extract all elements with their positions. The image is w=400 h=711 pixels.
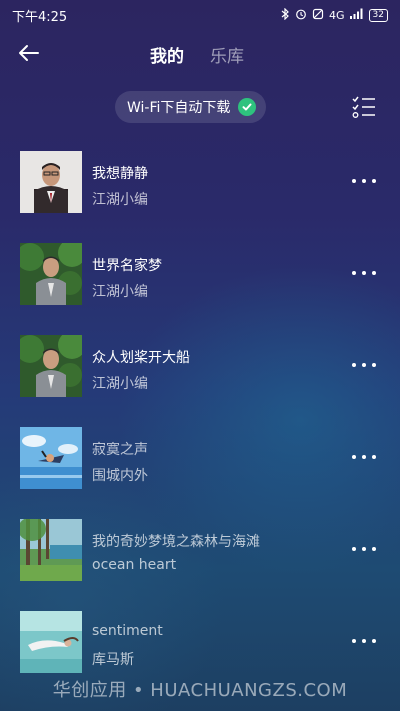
more-dot-icon xyxy=(372,455,376,459)
song-list: 我想静静 江湖小编 世界名家梦 江湖小编 众人划桨开大船 江湖小编 寂寞之声 围… xyxy=(0,150,400,702)
album-cover-underwater xyxy=(20,611,82,673)
song-artist: ocean heart xyxy=(92,557,177,573)
bluetooth-icon xyxy=(281,7,290,23)
tab-library[interactable]: 乐库 xyxy=(210,42,244,67)
check-circle-icon xyxy=(238,98,257,116)
song-row[interactable]: 我的奇妙梦境之森林与海滩 ocean heart xyxy=(0,518,400,610)
network-label: 4G xyxy=(329,8,345,22)
watermark: 华创应用 • HUACHUANGZS.COM xyxy=(52,680,348,701)
song-artist: 库马斯 xyxy=(92,652,134,668)
wifi-auto-download-toggle[interactable]: Wi-Fi下自动下载 xyxy=(115,91,267,123)
tab-mine[interactable]: 我的 xyxy=(150,42,184,67)
battery-icon: 32 xyxy=(368,8,388,22)
more-options-button[interactable] xyxy=(352,634,376,648)
song-title: 我想静静 xyxy=(92,166,148,182)
more-dot-icon xyxy=(362,179,366,183)
more-dot-icon xyxy=(352,271,356,275)
song-row[interactable]: 我想静静 江湖小编 xyxy=(0,150,400,242)
more-dot-icon xyxy=(372,179,376,183)
arrow-left-icon xyxy=(19,45,39,61)
more-dot-icon xyxy=(362,639,366,643)
tab-bar: 我的 乐库 xyxy=(150,42,244,67)
song-artist: 江湖小编 xyxy=(92,284,148,300)
song-title: 寂寞之声 xyxy=(92,442,148,458)
album-cover-anime-sky xyxy=(20,427,82,489)
more-dot-icon xyxy=(372,639,376,643)
more-dot-icon xyxy=(352,547,356,551)
song-row[interactable]: 寂寞之声 围城内外 xyxy=(0,426,400,518)
checklist-icon xyxy=(352,96,375,118)
song-title: sentiment xyxy=(92,623,163,639)
song-row[interactable]: 世界名家梦 江湖小编 xyxy=(0,242,400,334)
more-dot-icon xyxy=(362,547,366,551)
more-dot-icon xyxy=(372,271,376,275)
song-title: 众人划桨开大船 xyxy=(92,350,190,366)
batch-select-button[interactable] xyxy=(352,96,376,118)
status-bar: 下午4:25 4G 32 xyxy=(0,0,400,30)
album-cover-portrait-man-trees xyxy=(20,243,82,305)
song-title: 我的奇妙梦境之森林与海滩 xyxy=(92,534,260,550)
more-dot-icon xyxy=(362,455,366,459)
more-dot-icon xyxy=(372,363,376,367)
more-dot-icon xyxy=(352,363,356,367)
song-artist: 围城内外 xyxy=(92,468,148,484)
header: 我的 乐库 xyxy=(0,30,400,76)
song-row[interactable]: 众人划桨开大船 江湖小编 xyxy=(0,334,400,426)
more-dot-icon xyxy=(352,179,356,183)
back-button[interactable] xyxy=(18,42,40,64)
song-title: 世界名家梦 xyxy=(92,258,162,274)
signal-icon xyxy=(349,8,364,22)
more-dot-icon xyxy=(362,363,366,367)
status-time: 下午4:25 xyxy=(12,9,68,25)
album-cover-forest-beach xyxy=(20,519,82,581)
more-options-button[interactable] xyxy=(352,266,376,280)
more-options-button[interactable] xyxy=(352,542,376,556)
song-artist: 江湖小编 xyxy=(92,192,148,208)
more-dot-icon xyxy=(352,639,356,643)
mute-icon xyxy=(312,8,324,23)
song-artist: 江湖小编 xyxy=(92,376,148,392)
more-options-button[interactable] xyxy=(352,174,376,188)
more-options-button[interactable] xyxy=(352,450,376,464)
album-cover-portrait-suit-man xyxy=(20,151,82,213)
more-dot-icon xyxy=(372,547,376,551)
album-cover-portrait-man-trees xyxy=(20,335,82,397)
status-icons: 4G 32 xyxy=(281,7,388,23)
more-options-button[interactable] xyxy=(352,358,376,372)
wifi-auto-download-label: Wi-Fi下自动下载 xyxy=(127,100,231,116)
more-dot-icon xyxy=(352,455,356,459)
more-dot-icon xyxy=(362,271,366,275)
alarm-icon xyxy=(295,8,307,23)
